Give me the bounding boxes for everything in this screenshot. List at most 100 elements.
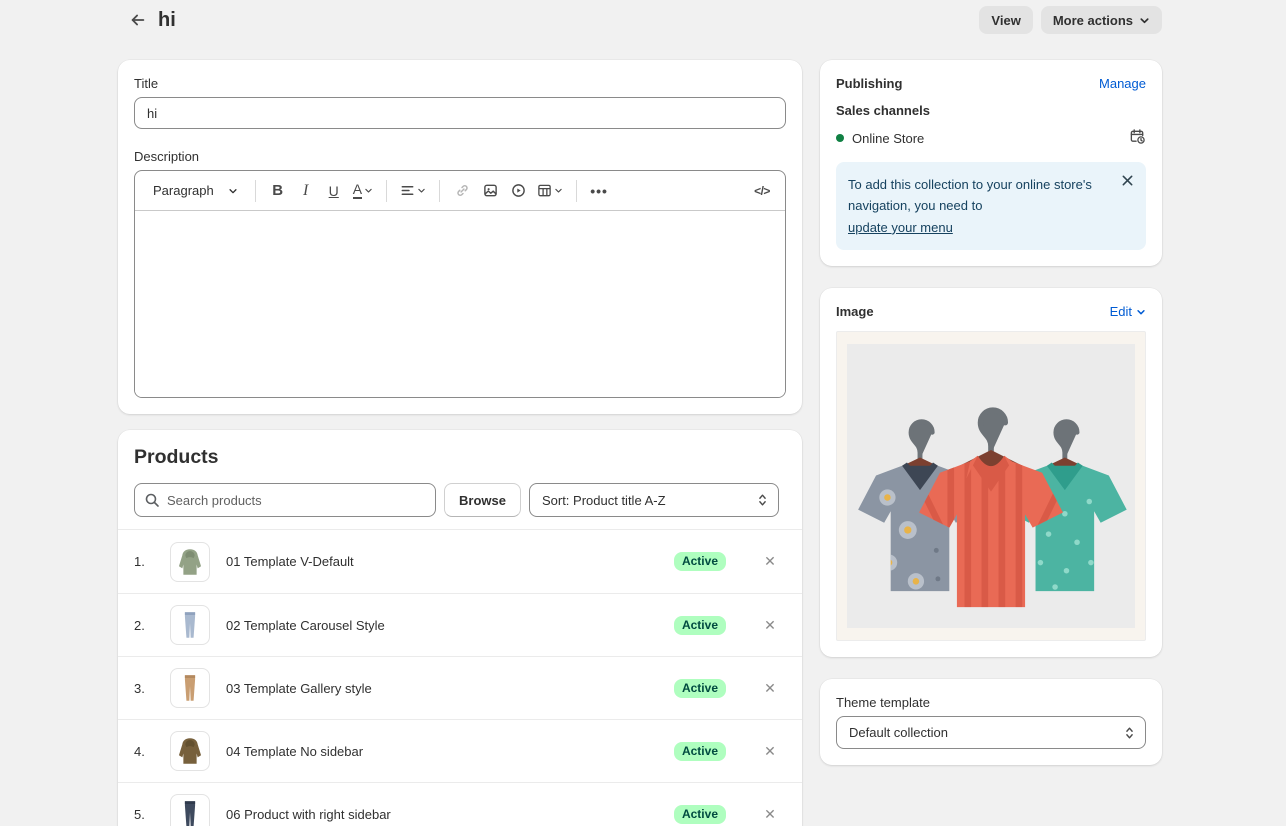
description-label: Description [134, 149, 786, 164]
more-actions-label: More actions [1053, 13, 1133, 28]
page-header: hi View More actions [0, 0, 1286, 36]
schedule-publish-button[interactable] [1129, 128, 1146, 148]
product-thumbnail [170, 668, 210, 708]
product-thumbnail [170, 605, 210, 645]
text-color-button[interactable]: A [349, 177, 377, 205]
status-badge: Active [674, 679, 726, 698]
description-textarea[interactable] [135, 211, 785, 397]
chevron-down-icon [364, 186, 373, 195]
status-badge: Active [674, 616, 726, 635]
right-column: Publishing Manage Sales channels Online … [820, 60, 1162, 826]
product-row: 3. 03 Template Gallery style Active ✕ [118, 656, 802, 719]
chevron-down-icon [228, 186, 238, 196]
collection-image[interactable] [836, 331, 1146, 641]
bold-button[interactable]: B [265, 177, 291, 205]
back-button[interactable] [124, 6, 152, 34]
code-icon: </> [754, 184, 770, 198]
product-title: 03 Template Gallery style [226, 681, 674, 696]
view-button[interactable]: View [979, 6, 1032, 34]
description-editor: Paragraph B I U A [134, 170, 786, 398]
product-index: 2. [134, 618, 154, 633]
product-controls: Browse Sort: Product title A-Z [134, 483, 786, 517]
select-chevrons-icon [757, 493, 768, 507]
calendar-clock-icon [1129, 128, 1146, 145]
theme-template-value: Default collection [849, 725, 948, 740]
product-list: 1. 01 Template V-Default Active ✕ 2. 02 … [118, 529, 802, 826]
search-products-field [134, 483, 436, 517]
insert-link-button[interactable] [449, 177, 475, 205]
banner-close-button[interactable] [1121, 174, 1134, 190]
arrow-left-icon [129, 11, 147, 29]
sort-select-value: Sort: Product title A-Z [542, 493, 666, 508]
product-row: 4. 04 Template No sidebar Active ✕ [118, 719, 802, 782]
remove-product-button[interactable]: ✕ [760, 678, 780, 698]
channel-name: Online Store [852, 131, 1129, 146]
text-align-button[interactable] [396, 177, 430, 205]
insert-image-button[interactable] [477, 177, 503, 205]
publishing-heading: Publishing [836, 76, 902, 91]
page-title: hi [158, 9, 176, 32]
edit-image-button[interactable]: Edit [1110, 304, 1146, 319]
close-icon [1121, 174, 1134, 187]
italic-button[interactable]: I [293, 177, 319, 205]
manage-publishing-link[interactable]: Manage [1099, 76, 1146, 91]
paragraph-style-label: Paragraph [153, 183, 214, 198]
search-icon [144, 492, 160, 508]
theme-template-label: Theme template [836, 695, 1146, 710]
underline-button[interactable]: U [321, 177, 347, 205]
product-thumbnail [170, 731, 210, 771]
show-html-button[interactable]: </> [749, 177, 775, 205]
toolbar-divider [439, 180, 440, 202]
left-column: Title Description Paragraph B I U [118, 60, 802, 826]
toolbar-divider [386, 180, 387, 202]
link-icon [455, 183, 470, 198]
insert-table-button[interactable] [533, 177, 567, 205]
browse-button-label: Browse [459, 493, 506, 508]
play-circle-icon [511, 183, 526, 198]
update-menu-link[interactable]: update your menu [848, 220, 953, 235]
channel-status-dot [836, 134, 844, 142]
chevron-down-icon [554, 186, 563, 195]
remove-product-button[interactable]: ✕ [760, 804, 780, 824]
insert-video-button[interactable] [505, 177, 531, 205]
product-thumbnail [170, 794, 210, 826]
chevron-down-icon [1136, 307, 1146, 317]
theme-template-card: Theme template Default collection [820, 679, 1162, 765]
image-icon [483, 183, 498, 198]
sales-channels-heading: Sales channels [836, 103, 1146, 118]
product-row: 5. 06 Product with right sidebar Active … [118, 782, 802, 826]
image-card: Image Edit [820, 288, 1162, 657]
product-index: 1. [134, 554, 154, 569]
product-row: 1. 01 Template V-Default Active ✕ [118, 530, 802, 593]
table-icon [537, 183, 552, 198]
product-row: 2. 02 Template Carousel Style Active ✕ [118, 593, 802, 656]
more-formatting-button[interactable]: ••• [586, 177, 612, 205]
editor-toolbar: Paragraph B I U A [135, 171, 785, 211]
paragraph-style-dropdown[interactable]: Paragraph [145, 177, 246, 205]
select-chevrons-icon [1124, 726, 1135, 740]
title-input[interactable] [134, 97, 786, 129]
browse-button[interactable]: Browse [444, 483, 521, 517]
channel-row: Online Store [836, 128, 1146, 148]
title-label: Title [134, 76, 786, 91]
remove-product-button[interactable]: ✕ [760, 552, 780, 572]
remove-product-button[interactable]: ✕ [760, 615, 780, 635]
search-products-input[interactable] [134, 483, 436, 517]
view-button-label: View [991, 13, 1020, 28]
toolbar-divider [255, 180, 256, 202]
header-actions: View More actions [979, 6, 1162, 34]
publishing-card: Publishing Manage Sales channels Online … [820, 60, 1162, 266]
product-index: 5. [134, 807, 154, 822]
remove-product-button[interactable]: ✕ [760, 741, 780, 761]
more-actions-button[interactable]: More actions [1041, 6, 1162, 34]
sort-select[interactable]: Sort: Product title A-Z [529, 483, 779, 517]
product-thumbnail [170, 542, 210, 582]
status-badge: Active [674, 742, 726, 761]
main-content: Title Description Paragraph B I U [0, 36, 1286, 826]
navigation-info-banner: To add this collection to your online st… [836, 162, 1146, 250]
shirts-illustration [847, 344, 1135, 628]
chevron-down-icon [1139, 15, 1150, 26]
toolbar-divider [576, 180, 577, 202]
products-card: Products Browse Sort: Product title A-Z [118, 430, 802, 826]
theme-template-select[interactable]: Default collection [836, 716, 1146, 749]
